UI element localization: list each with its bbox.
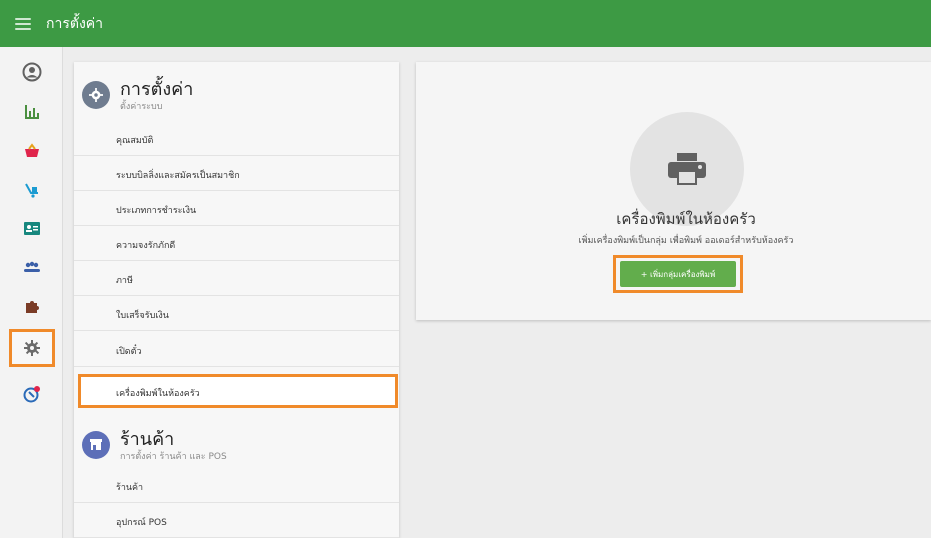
- settings-icon: [24, 340, 40, 356]
- account-icon: [22, 62, 42, 82]
- store-section-header: ร้านค้า การตั้งค่า ร้านค้า และ POS: [74, 414, 399, 474]
- menu-item-label: ร้านค้า: [116, 483, 144, 493]
- add-printer-group-button[interactable]: + เพิ่มกลุ่มเครื่องพิมพ์: [620, 261, 736, 287]
- menu-item-label: เครื่องพิมพ์ในห้องครัว: [116, 389, 200, 399]
- nav-customers[interactable]: [9, 210, 55, 248]
- menu-item-stores[interactable]: ร้านค้า: [74, 468, 399, 503]
- nav-employees[interactable]: [9, 171, 55, 209]
- employees-icon: [25, 183, 38, 198]
- store-section-subtitle: การตั้งค่า ร้านค้า และ POS: [120, 452, 227, 462]
- nav-reports[interactable]: [9, 93, 55, 131]
- items-icon: [25, 143, 39, 157]
- page-title: การตั้งค่า: [46, 15, 104, 32]
- integrations-icon: [24, 261, 40, 272]
- menu-item-label: ประเภทการชำระเงิน: [116, 206, 197, 216]
- settings-section-header: การตั้งค่า ตั้งค่าระบบ: [74, 64, 399, 124]
- menu-item-billing[interactable]: ระบบบิลลิ่งและสมัครเป็นสมาชิก: [74, 156, 399, 191]
- nav-apps[interactable]: [9, 287, 55, 325]
- hamburger-icon[interactable]: [15, 17, 31, 30]
- card-title: เครื่องพิมพ์ในห้องครัว: [616, 210, 756, 228]
- gear-icon: [82, 81, 110, 109]
- nav-account[interactable]: [9, 53, 55, 91]
- menu-item-label: เปิดตั๋ว: [116, 347, 142, 357]
- nav-integrations[interactable]: [9, 248, 55, 286]
- left-nav-rail: [0, 47, 63, 538]
- menu-item-label: อุปกรณ์ POS: [116, 518, 167, 528]
- nav-help[interactable]: [9, 375, 55, 413]
- menu-item-label: คุณสมบัติ: [116, 136, 154, 146]
- menu-item-loyalty[interactable]: ความจงรักภักดี: [74, 226, 399, 261]
- menu-item-label: ความจงรักภักดี: [116, 241, 176, 251]
- menu-item-label: ใบเสร็จรับเงิน: [116, 311, 169, 321]
- top-app-bar: การตั้งค่า: [0, 0, 931, 47]
- nav-items[interactable]: [9, 132, 55, 170]
- customers-icon: [24, 222, 40, 235]
- help-icon: [23, 386, 40, 403]
- menu-item-receipts[interactable]: ใบเสร็จรับเงิน: [74, 296, 399, 331]
- settings-section-subtitle: ตั้งค่าระบบ: [120, 102, 163, 112]
- menu-item-pos-devices[interactable]: อุปกรณ์ POS: [74, 503, 399, 538]
- menu-item-label: ภาษี: [116, 276, 133, 286]
- menu-item-payment-types[interactable]: ประเภทการชำระเงิน: [74, 191, 399, 226]
- apps-icon: [26, 301, 39, 313]
- add-button-highlight: + เพิ่มกลุ่มเครื่องพิมพ์: [613, 255, 743, 293]
- settings-menu-panel: การตั้งค่า ตั้งค่าระบบ คุณสมบัติ ระบบบิล…: [74, 62, 399, 538]
- menu-item-label: ระบบบิลลิ่งและสมัครเป็นสมาชิก: [116, 171, 240, 181]
- menu-item-open-tickets[interactable]: เปิดตั๋ว: [74, 332, 399, 367]
- menu-item-features[interactable]: คุณสมบัติ: [74, 121, 399, 156]
- nav-settings[interactable]: [9, 329, 55, 367]
- kitchen-printers-card: เครื่องพิมพ์ในห้องครัว เพิ่มเครื่องพิมพ์…: [416, 62, 931, 320]
- card-description: เพิ่มเครื่องพิมพ์เป็นกลุ่ม เพื่อพิมพ์ ออ…: [578, 236, 794, 246]
- menu-item-taxes[interactable]: ภาษี: [74, 261, 399, 296]
- menu-item-kitchen-printers[interactable]: เครื่องพิมพ์ในห้องครัว: [78, 374, 398, 408]
- store-icon: [82, 431, 110, 459]
- reports-icon: [25, 105, 39, 119]
